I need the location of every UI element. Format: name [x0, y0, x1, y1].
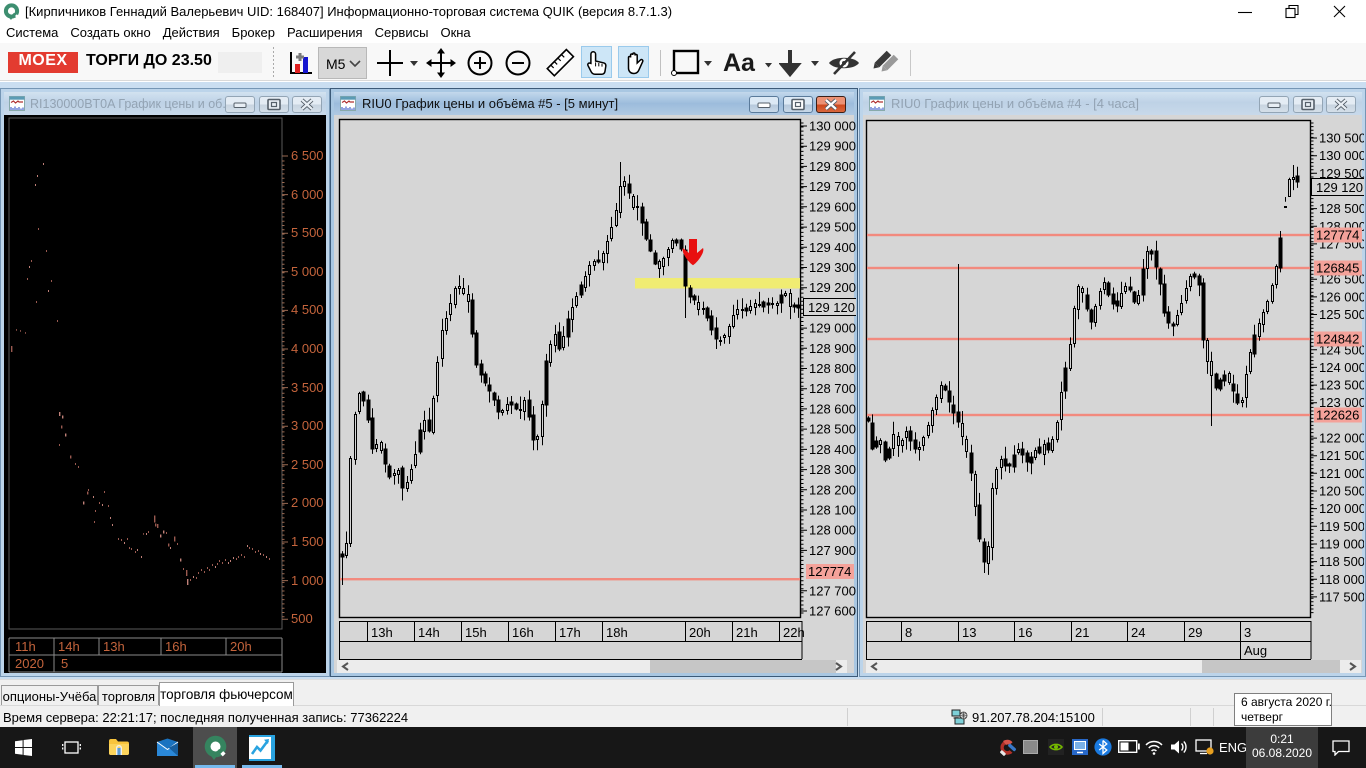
- svg-text:130 500: 130 500: [1319, 131, 1364, 146]
- svg-text:129 120: 129 120: [808, 300, 855, 315]
- svg-text:Aug: Aug: [1244, 643, 1267, 658]
- svg-text:124842: 124842: [1316, 332, 1359, 347]
- svg-text:20h: 20h: [230, 639, 252, 654]
- svg-text:126845: 126845: [1316, 261, 1359, 276]
- svg-text:129 000: 129 000: [809, 321, 856, 336]
- svg-text:13: 13: [962, 625, 976, 640]
- svg-text:128 400: 128 400: [809, 442, 856, 457]
- svg-text:500: 500: [291, 611, 313, 626]
- svg-text:120 000: 120 000: [1319, 501, 1364, 516]
- svg-text:11h: 11h: [15, 639, 36, 654]
- svg-text:4 500: 4 500: [291, 302, 324, 317]
- svg-text:123 500: 123 500: [1319, 378, 1364, 393]
- svg-text:127774: 127774: [808, 564, 851, 579]
- svg-text:16h: 16h: [512, 625, 534, 640]
- svg-text:13h: 13h: [371, 625, 393, 640]
- svg-text:128 100: 128 100: [809, 503, 856, 518]
- svg-text:3 500: 3 500: [291, 380, 324, 395]
- svg-text:119 500: 119 500: [1319, 519, 1364, 534]
- svg-text:22h: 22h: [783, 625, 805, 640]
- svg-text:118 500: 118 500: [1319, 554, 1364, 569]
- svg-text:128 500: 128 500: [1319, 201, 1364, 216]
- svg-text:122626: 122626: [1316, 408, 1359, 423]
- svg-text:129 400: 129 400: [809, 240, 856, 255]
- svg-text:129 200: 129 200: [809, 280, 856, 295]
- svg-text:20h: 20h: [689, 625, 711, 640]
- svg-text:24: 24: [1131, 625, 1145, 640]
- svg-text:13h: 13h: [103, 639, 125, 654]
- svg-text:118 000: 118 000: [1319, 572, 1364, 587]
- svg-text:129 900: 129 900: [809, 139, 856, 154]
- svg-text:129 800: 129 800: [809, 159, 856, 174]
- svg-text:1 000: 1 000: [291, 573, 324, 588]
- svg-text:2 500: 2 500: [291, 457, 324, 472]
- svg-text:128 000: 128 000: [809, 523, 856, 538]
- svg-text:127774: 127774: [1316, 228, 1359, 243]
- svg-text:124 000: 124 000: [1319, 360, 1364, 375]
- svg-text:2 000: 2 000: [291, 495, 324, 510]
- svg-text:128 600: 128 600: [809, 401, 856, 416]
- svg-text:16: 16: [1018, 625, 1032, 640]
- svg-text:8: 8: [905, 625, 912, 640]
- svg-text:127 600: 127 600: [809, 604, 856, 619]
- svg-text:120 500: 120 500: [1319, 484, 1364, 499]
- svg-text:128 200: 128 200: [809, 482, 856, 497]
- svg-text:16h: 16h: [165, 639, 187, 654]
- svg-text:129 120: 129 120: [1316, 180, 1363, 195]
- svg-text:17h: 17h: [559, 625, 581, 640]
- svg-text:119 000: 119 000: [1319, 537, 1364, 552]
- svg-text:6 500: 6 500: [291, 148, 324, 163]
- svg-text:4 000: 4 000: [291, 341, 324, 356]
- svg-text:128 300: 128 300: [809, 462, 856, 477]
- svg-text:117 500: 117 500: [1319, 589, 1364, 604]
- svg-text:128 700: 128 700: [809, 381, 856, 396]
- svg-text:121 500: 121 500: [1319, 448, 1364, 463]
- svg-text:125 500: 125 500: [1319, 307, 1364, 322]
- svg-text:122 000: 122 000: [1319, 431, 1364, 446]
- svg-text:14h: 14h: [418, 625, 440, 640]
- svg-text:21: 21: [1075, 625, 1089, 640]
- svg-text:129 600: 129 600: [809, 199, 856, 214]
- svg-text:5 500: 5 500: [291, 225, 324, 240]
- svg-text:5: 5: [61, 656, 68, 671]
- svg-text:130 000: 130 000: [809, 119, 856, 134]
- svg-text:5 000: 5 000: [291, 264, 324, 279]
- svg-text:127 900: 127 900: [809, 543, 856, 558]
- svg-text:14h: 14h: [58, 639, 80, 654]
- svg-text:21h: 21h: [736, 625, 758, 640]
- svg-text:129 500: 129 500: [809, 220, 856, 235]
- svg-text:129 700: 129 700: [809, 179, 856, 194]
- svg-text:128 800: 128 800: [809, 361, 856, 376]
- svg-text:130 000: 130 000: [1319, 148, 1364, 163]
- svg-text:128 500: 128 500: [809, 422, 856, 437]
- svg-text:18h: 18h: [606, 625, 628, 640]
- svg-text:2020: 2020: [15, 656, 44, 671]
- svg-text:1 500: 1 500: [291, 534, 324, 549]
- svg-text:129 300: 129 300: [809, 260, 856, 275]
- svg-text:127 700: 127 700: [809, 583, 856, 598]
- svg-text:15h: 15h: [465, 625, 487, 640]
- svg-text:3 000: 3 000: [291, 418, 324, 433]
- svg-text:3: 3: [1244, 625, 1251, 640]
- svg-text:29: 29: [1188, 625, 1202, 640]
- svg-text:121 000: 121 000: [1319, 466, 1364, 481]
- svg-text:6 000: 6 000: [291, 187, 324, 202]
- svg-text:126 000: 126 000: [1319, 289, 1364, 304]
- svg-text:128 900: 128 900: [809, 341, 856, 356]
